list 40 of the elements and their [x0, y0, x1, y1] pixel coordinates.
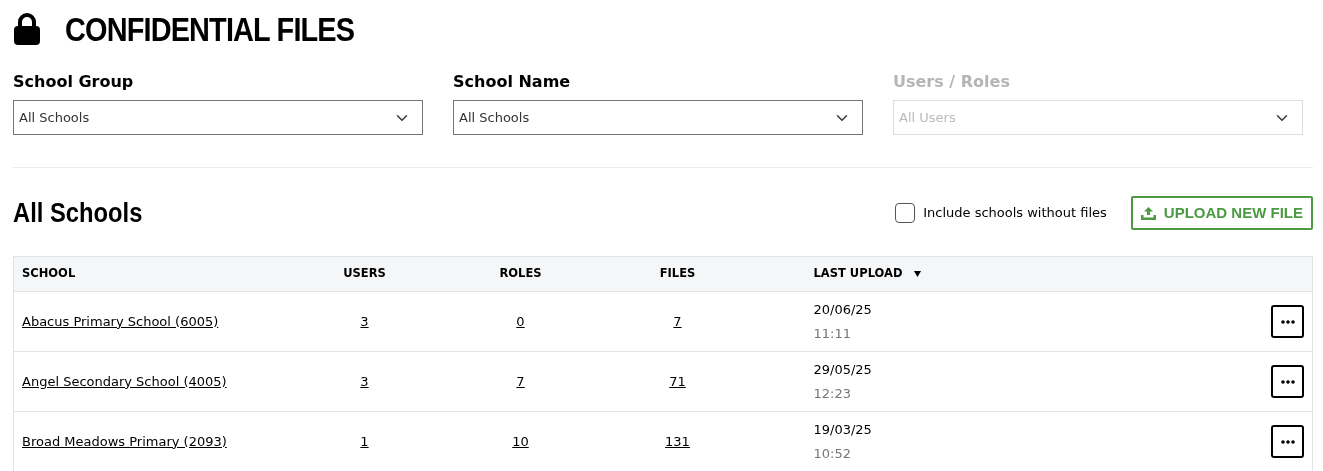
upload-date: 29/05/25: [813, 361, 873, 379]
upload-icon: [1140, 206, 1156, 220]
more-button[interactable]: [1271, 305, 1304, 338]
more-icon: [1280, 439, 1295, 444]
checkbox-label: Include schools without files: [923, 204, 1107, 223]
section-title: All Schools: [13, 196, 143, 230]
column-header[interactable]: SCHOOL: [22, 266, 76, 281]
upload-time: 12:23: [813, 384, 852, 403]
filter-label: School Group: [13, 71, 135, 93]
filter-dropdown[interactable]: All Schools: [453, 100, 863, 135]
include-checkbox[interactable]: [895, 203, 916, 223]
count-link[interactable]: 0: [516, 313, 525, 329]
count-link[interactable]: 71: [669, 373, 686, 389]
count-link[interactable]: 7: [516, 373, 525, 389]
lock-icon: [13, 13, 41, 45]
count-link[interactable]: 10: [512, 433, 529, 449]
count-link[interactable]: 3: [360, 313, 369, 329]
upload-time: 10:52: [813, 444, 852, 463]
school-link[interactable]: Broad Meadows Primary (2093): [22, 433, 227, 449]
filter-label: Users / Roles: [893, 71, 1011, 93]
school-link[interactable]: Angel Secondary School (4005): [22, 373, 227, 389]
upload-date: 20/06/25: [813, 301, 873, 319]
column-header[interactable]: LAST UPLOAD: [813, 266, 903, 281]
more-icon: [1280, 379, 1295, 384]
column-header[interactable]: FILES: [659, 266, 696, 281]
more-button[interactable]: [1271, 365, 1304, 398]
filter-dropdown[interactable]: All Schools: [13, 100, 423, 135]
more-button[interactable]: [1271, 425, 1304, 458]
school-link[interactable]: Abacus Primary School (6005): [22, 313, 219, 329]
filter-label: School Name: [453, 71, 572, 93]
more-icon: [1280, 319, 1295, 324]
upload-time: 11:11: [813, 324, 852, 343]
column-header[interactable]: ROLES: [499, 266, 542, 281]
count-link[interactable]: 1: [360, 433, 369, 449]
page-title: CONFIDENTIAL FILES: [65, 8, 355, 50]
count-link[interactable]: 3: [360, 373, 369, 389]
upload-date: 19/03/25: [813, 421, 873, 439]
count-link[interactable]: 7: [673, 313, 682, 329]
column-header[interactable]: USERS: [343, 266, 386, 281]
count-link[interactable]: 131: [665, 433, 690, 449]
